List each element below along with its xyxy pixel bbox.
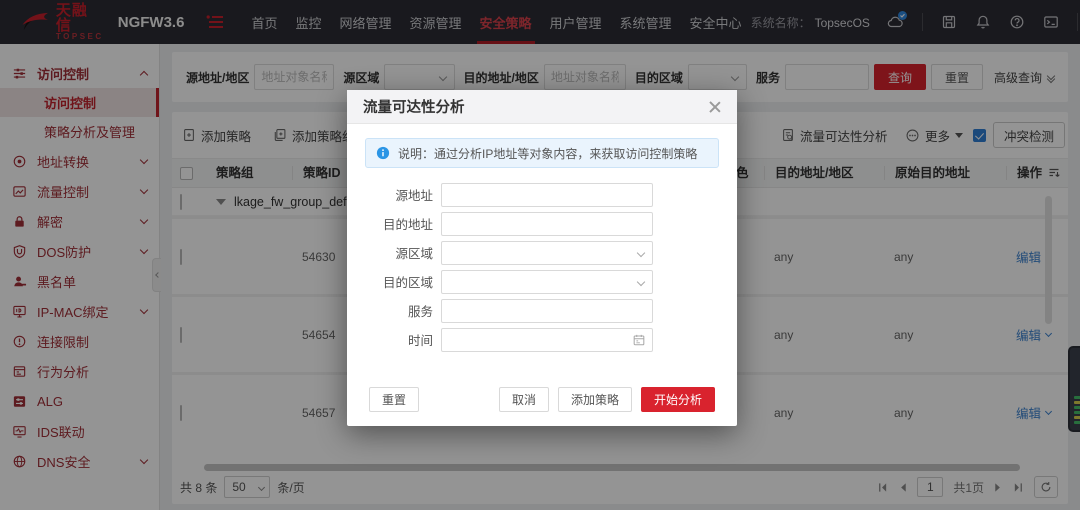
chevron-down-icon: [637, 277, 645, 285]
dialog-footer: 重置 取消 添加策略 开始分析: [347, 387, 737, 412]
modal-service-input[interactable]: [441, 299, 653, 323]
modal-src-zone-select[interactable]: [441, 241, 653, 265]
dialog-header: 流量可达性分析: [347, 90, 737, 124]
field-label-dst-addr: 目的地址: [347, 214, 433, 233]
close-icon[interactable]: [709, 101, 721, 113]
dialog-info-text: 说明：通过分析IP地址等对象内容，来获取访问控制策略: [398, 145, 697, 162]
chevron-down-icon: [637, 248, 645, 256]
dialog-form: 源地址 目的地址 源区域 目的区域 服务 时间: [347, 178, 737, 354]
modal-add-policy-button[interactable]: 添加策略: [558, 387, 632, 412]
modal-reset-button[interactable]: 重置: [369, 387, 419, 412]
field-label-service: 服务: [347, 301, 433, 320]
field-label-time: 时间: [347, 330, 433, 349]
info-icon: [376, 146, 390, 160]
dialog-title: 流量可达性分析: [363, 96, 465, 117]
dialog-info-banner: 说明：通过分析IP地址等对象内容，来获取访问控制策略: [365, 138, 719, 168]
traffic-analysis-dialog: 流量可达性分析 说明：通过分析IP地址等对象内容，来获取访问控制策略 源地址 目…: [347, 90, 737, 426]
modal-dst-addr-input[interactable]: [441, 212, 653, 236]
modal-time-input[interactable]: [441, 328, 653, 352]
modal-cancel-button[interactable]: 取消: [499, 387, 549, 412]
calendar-icon: [632, 333, 646, 347]
modal-src-addr-input[interactable]: [441, 183, 653, 207]
modal-dst-zone-select[interactable]: [441, 270, 653, 294]
modal-start-analysis-button[interactable]: 开始分析: [641, 387, 715, 412]
app-window: 天融信 TOPSEC NGFW3.6 首页 监控 网络管理 资源管理 安全策略 …: [0, 0, 1080, 510]
field-label-dst-zone: 目的区域: [347, 272, 433, 291]
field-label-src-addr: 源地址: [347, 185, 433, 204]
field-label-src-zone: 源区域: [347, 243, 433, 262]
